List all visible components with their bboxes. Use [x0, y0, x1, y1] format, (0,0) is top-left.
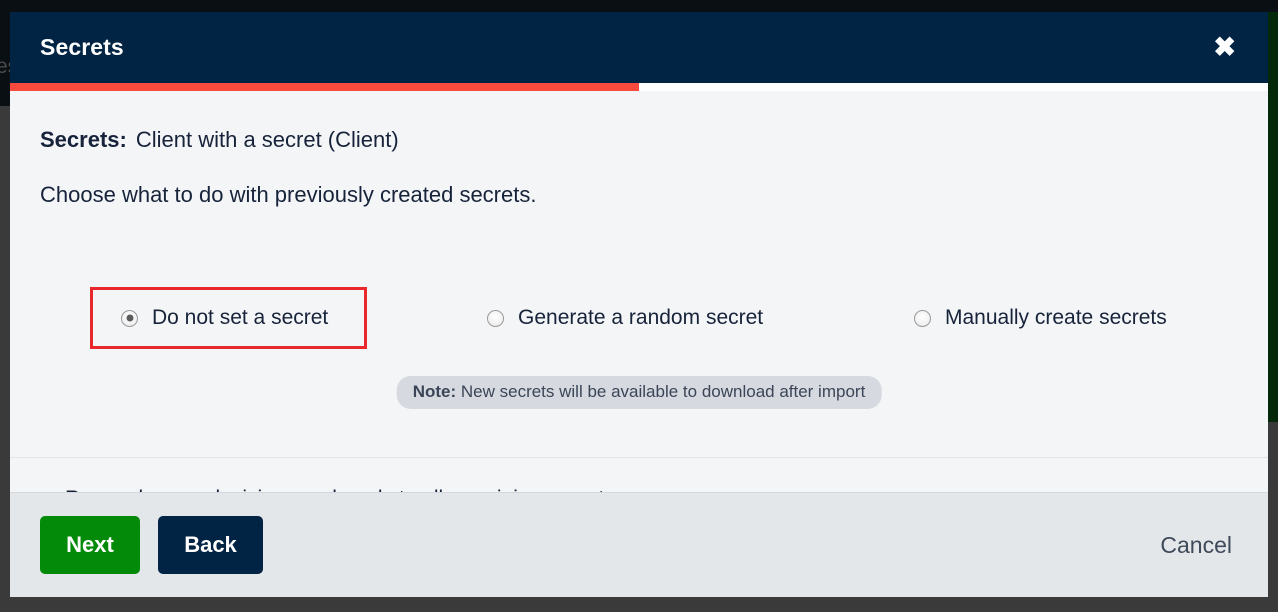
wizard-progress-bar — [10, 83, 1268, 91]
note-text: New secrets will be available to downloa… — [456, 382, 866, 401]
radio-option-generate-random[interactable]: Generate a random secret — [480, 287, 763, 349]
instruction-text: Choose what to do with previously create… — [40, 182, 537, 207]
radio-label: Generate a random secret — [518, 306, 764, 329]
wizard-progress-fill — [10, 83, 639, 91]
backdrop-top-strip — [0, 0, 1278, 12]
dialog-body: Secrets: Client with a secret (Client) Ch… — [10, 91, 1268, 492]
remember-decisions-row[interactable]: Remember my decisions and apply to all r… — [36, 487, 615, 492]
secrets-dialog: Secrets ✖ Secrets: Client with a secret (… — [10, 12, 1268, 597]
secrets-value: Client with a secret (Client) — [135, 127, 399, 152]
secrets-label: Secrets: — [40, 127, 127, 152]
note-badge: Note: New secrets will be available to d… — [396, 376, 882, 409]
secrets-summary: Secrets: Client with a secret (Client) — [40, 127, 399, 153]
radio-label: Manually create secrets — [945, 306, 1167, 329]
remember-checkbox[interactable] — [36, 491, 51, 492]
close-icon[interactable]: ✖ — [1207, 30, 1242, 65]
dialog-header: Secrets ✖ — [10, 12, 1268, 83]
next-button[interactable]: Next — [40, 516, 140, 574]
secret-option-group: Do not set a secret Generate a random se… — [10, 287, 1268, 349]
radio-icon — [121, 309, 138, 327]
radio-option-manually-create[interactable]: Manually create secrets — [907, 287, 1167, 349]
radio-icon — [487, 309, 504, 327]
footer-primary-actions: Next Back — [40, 516, 263, 574]
note-prefix: Note: — [412, 382, 457, 401]
radio-option-do-not-set[interactable]: Do not set a secret — [90, 287, 367, 349]
backdrop-right-sliver — [1268, 12, 1278, 422]
dialog-title: Secrets — [40, 34, 124, 60]
back-button[interactable]: Back — [158, 516, 263, 574]
radio-label: Do not set a secret — [152, 306, 329, 329]
radio-icon — [914, 309, 931, 327]
remember-label: Remember my decisions and apply to all r… — [65, 487, 615, 492]
backdrop-left-sliver: es — [0, 12, 18, 106]
cancel-button[interactable]: Cancel — [1154, 528, 1238, 563]
body-divider — [10, 457, 1268, 458]
dialog-footer: Next Back Cancel — [10, 492, 1268, 597]
